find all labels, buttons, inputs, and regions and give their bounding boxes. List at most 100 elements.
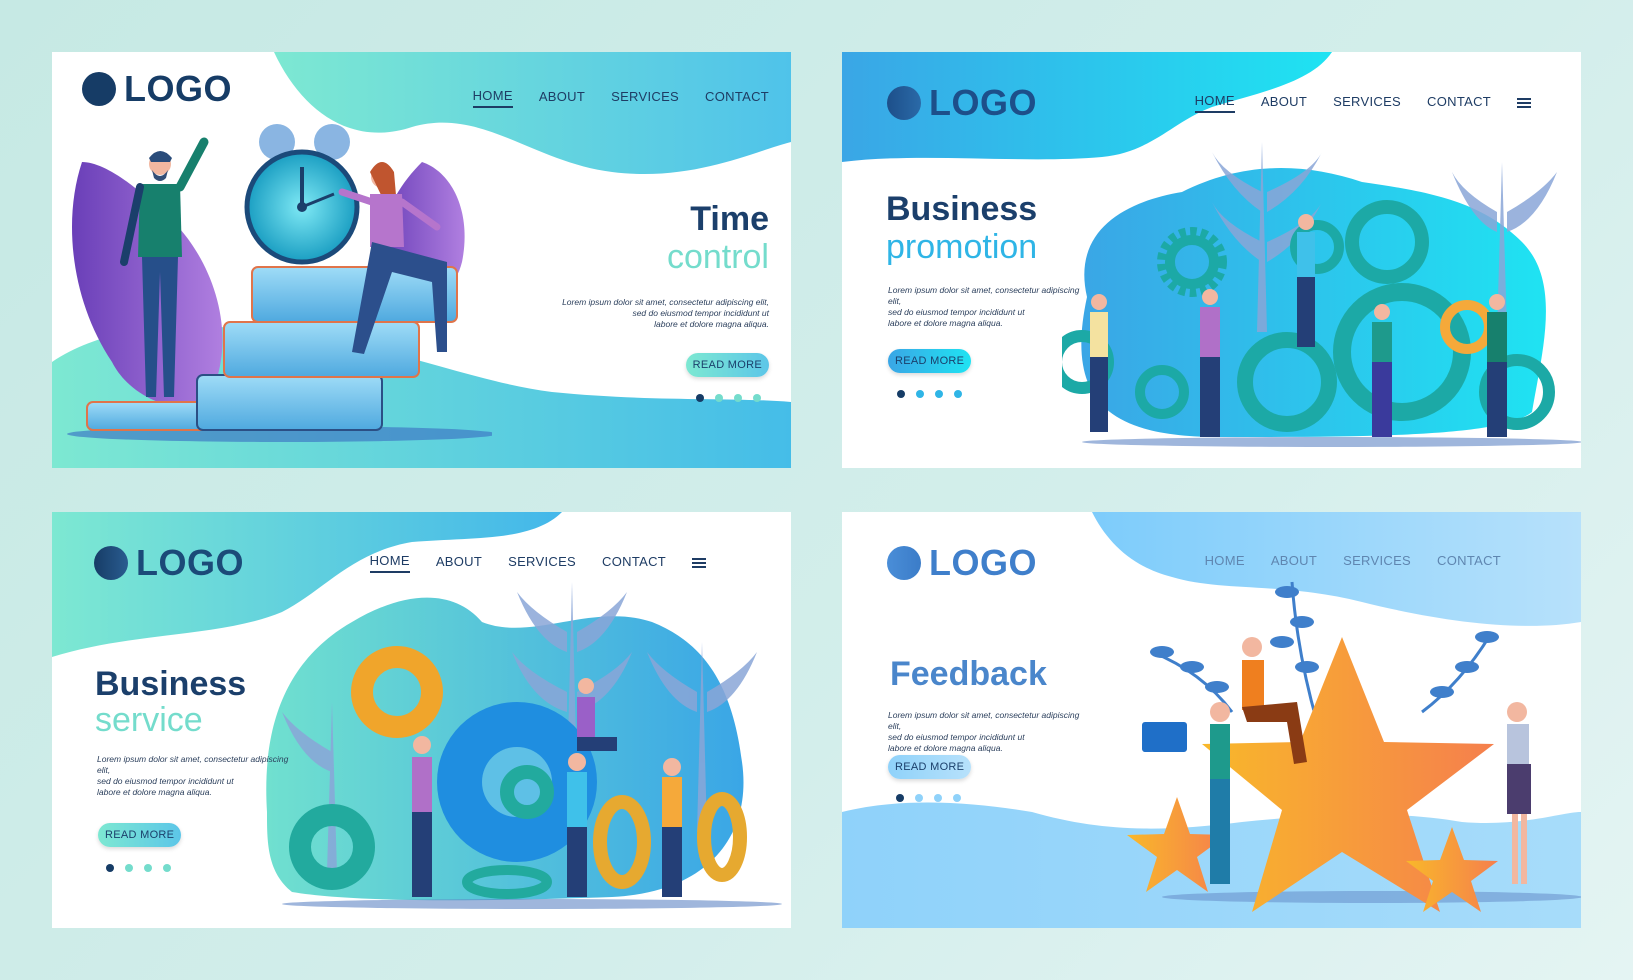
gear-icon	[351, 646, 443, 738]
slide-dot-1[interactable]	[897, 390, 905, 398]
slide-dot-2[interactable]	[125, 864, 133, 872]
gear-icon	[462, 865, 552, 899]
logo-text: LOGO	[124, 68, 232, 109]
description-line: labore et dolore magna aliqua.	[888, 318, 1003, 328]
slide-indicator	[696, 394, 761, 402]
gear-icon	[593, 795, 651, 889]
description-line: labore et dolore magna aliqua.	[654, 319, 769, 329]
time-control-illustration	[67, 124, 492, 442]
slide-dot-4[interactable]	[953, 794, 961, 802]
hero-title: Time control	[667, 202, 769, 274]
logo[interactable]: LOGO	[887, 542, 1037, 584]
logo-text: LOGO	[136, 542, 244, 583]
description-line: Lorem ipsum dolor sit amet, consectetur …	[562, 297, 769, 307]
read-more-button[interactable]: READ MORE	[888, 755, 972, 779]
nav-about[interactable]: ABOUT	[539, 89, 585, 107]
slide-dot-1[interactable]	[106, 864, 114, 872]
logo[interactable]: LOGO	[887, 82, 1037, 124]
description-line: sed do eiusmod tempor incididunt ut	[632, 308, 769, 318]
main-nav: HOME ABOUT SERVICES CONTACT	[1205, 553, 1501, 571]
read-more-button[interactable]: READ MORE	[685, 353, 769, 377]
hero-title-line2: control	[666, 238, 769, 276]
landing-panel-business-service: LOGO HOME ABOUT SERVICES CONTACT Busines…	[52, 512, 791, 928]
business-service-illustration	[282, 582, 782, 909]
feedback-illustration	[1127, 581, 1581, 912]
logo[interactable]: LOGO	[82, 68, 232, 110]
description-line: labore et dolore magna aliqua.	[888, 743, 1003, 753]
nav-home[interactable]: HOME	[1194, 93, 1235, 113]
main-nav: HOME ABOUT SERVICES CONTACT	[1194, 93, 1531, 113]
slide-dot-1[interactable]	[896, 794, 904, 802]
nav-services[interactable]: SERVICES	[508, 554, 576, 572]
slide-dot-1[interactable]	[696, 394, 704, 402]
landing-panel-business-promotion: LOGO HOME ABOUT SERVICES CONTACT Busines…	[842, 52, 1581, 468]
logo-circle-icon	[94, 546, 128, 580]
logo[interactable]: LOGO	[94, 542, 244, 584]
slide-dot-4[interactable]	[753, 394, 761, 402]
nav-home[interactable]: HOME	[472, 88, 513, 108]
description-line: Lorem ipsum dolor sit amet, consectetur …	[97, 754, 289, 775]
slide-dot-4[interactable]	[163, 864, 171, 872]
slide-dot-3[interactable]	[144, 864, 152, 872]
logo-circle-icon	[82, 72, 116, 106]
nav-home[interactable]: HOME	[369, 553, 410, 573]
logo-circle-icon	[887, 546, 921, 580]
logo-circle-icon	[887, 86, 921, 120]
nav-about[interactable]: ABOUT	[1271, 553, 1317, 571]
description-line: sed do eiusmod tempor incididunt ut	[888, 732, 1025, 742]
nav-services[interactable]: SERVICES	[1343, 553, 1411, 571]
slide-dot-4[interactable]	[954, 390, 962, 398]
menu-icon[interactable]	[1517, 98, 1531, 108]
hero-title: Business promotion	[886, 192, 1037, 264]
book-icon	[223, 321, 420, 378]
slide-dot-2[interactable]	[916, 390, 924, 398]
hero-title-line1: Time	[690, 200, 769, 238]
description-line: sed do eiusmod tempor incididunt ut	[888, 307, 1025, 317]
hero-title-line1: Feedback	[890, 655, 1047, 693]
logo-text: LOGO	[929, 82, 1037, 123]
slide-dot-2[interactable]	[715, 394, 723, 402]
logo-text: LOGO	[929, 542, 1037, 583]
hero-title: Feedback	[890, 657, 1047, 691]
hero-title-line2: service	[95, 701, 203, 739]
slide-dot-3[interactable]	[935, 390, 943, 398]
nav-services[interactable]: SERVICES	[611, 89, 679, 107]
hero-title-line1: Business	[886, 190, 1038, 228]
description-line: Lorem ipsum dolor sit amet, consectetur …	[888, 285, 1080, 306]
nav-home[interactable]: HOME	[1205, 553, 1245, 571]
hero-description: Lorem ipsum dolor sit amet, consectetur …	[559, 297, 769, 330]
main-nav: HOME ABOUT SERVICES CONTACT	[369, 553, 706, 573]
nav-contact[interactable]: CONTACT	[602, 554, 666, 572]
slide-indicator	[896, 794, 961, 802]
description-line: sed do eiusmod tempor incididunt ut	[97, 776, 234, 786]
slide-dot-3[interactable]	[934, 794, 942, 802]
slide-dot-2[interactable]	[915, 794, 923, 802]
slide-indicator	[106, 864, 171, 872]
description-line: Lorem ipsum dolor sit amet, consectetur …	[888, 710, 1080, 731]
nav-services[interactable]: SERVICES	[1333, 94, 1401, 112]
hero-title: Business service	[95, 667, 246, 737]
menu-icon[interactable]	[692, 558, 706, 568]
nav-contact[interactable]: CONTACT	[705, 89, 769, 107]
gear-icon	[697, 792, 747, 882]
hero-description: Lorem ipsum dolor sit amet, consectetur …	[888, 285, 1088, 329]
business-promotion-illustration	[1062, 142, 1581, 447]
landing-panel-time-control: LOGO HOME ABOUT SERVICES CONTACT Time co…	[52, 52, 791, 468]
slide-indicator	[897, 390, 962, 398]
read-more-button[interactable]: READ MORE	[98, 823, 182, 847]
hero-title-line2: promotion	[886, 228, 1038, 266]
hero-title-line1: Business	[95, 665, 247, 703]
landing-panel-feedback: LOGO HOME ABOUT SERVICES CONTACT Feedbac…	[842, 512, 1581, 928]
hero-description: Lorem ipsum dolor sit amet, consectetur …	[97, 754, 297, 798]
laptop-icon	[1142, 722, 1187, 752]
nav-contact[interactable]: CONTACT	[1427, 94, 1491, 112]
slide-dot-3[interactable]	[734, 394, 742, 402]
nav-about[interactable]: ABOUT	[1261, 94, 1307, 112]
main-nav: HOME ABOUT SERVICES CONTACT	[472, 88, 769, 108]
description-line: labore et dolore magna aliqua.	[97, 787, 212, 797]
nav-about[interactable]: ABOUT	[436, 554, 482, 572]
book-icon	[196, 374, 383, 431]
read-more-button[interactable]: READ MORE	[888, 349, 972, 373]
hero-description: Lorem ipsum dolor sit amet, consectetur …	[888, 710, 1088, 754]
nav-contact[interactable]: CONTACT	[1437, 553, 1501, 571]
